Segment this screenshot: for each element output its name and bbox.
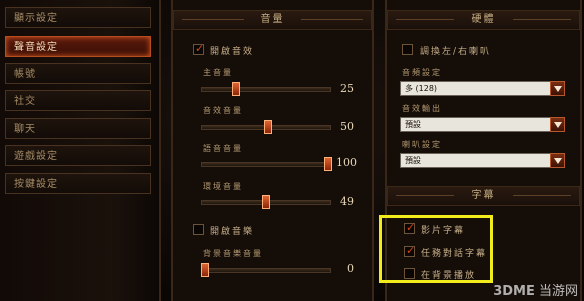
enable-music-checkbox[interactable] <box>193 224 204 235</box>
chevron-down-icon[interactable] <box>550 117 565 132</box>
enable-music-label: 開啟音樂 <box>210 227 255 237</box>
swap-speakers-checkbox[interactable] <box>402 44 413 55</box>
sound-output-select[interactable]: 預設 <box>400 117 565 132</box>
ambient-volume-label: 環境音量 <box>203 182 243 191</box>
ambient-volume-thumb[interactable] <box>262 195 270 209</box>
nav-item-gameplay[interactable]: 遊戲設定 <box>5 145 151 166</box>
voice-volume-slider[interactable] <box>201 162 331 167</box>
voice-volume-thumb[interactable] <box>324 157 332 171</box>
volume-panel: 音量 ✓ 開啟音效 主音量 25 音效音量 50 語音音量 100 環境音量 4… <box>171 0 374 301</box>
effects-volume-thumb[interactable] <box>264 120 272 134</box>
voice-volume-value: 100 <box>336 156 357 169</box>
settings-nav: 顯示設定 聲音設定 帳號 社交 聊天 遊戲設定 按鍵設定 <box>0 0 161 301</box>
speaker-setup-select[interactable]: 預設 <box>400 153 565 168</box>
speaker-setup-value: 預設 <box>405 156 421 165</box>
nav-item-chat[interactable]: 聊天 <box>5 118 151 139</box>
subtitle-panel-header: 字幕 <box>387 186 580 206</box>
sound-output-value: 預設 <box>405 120 421 129</box>
master-volume-thumb[interactable] <box>232 82 240 96</box>
speaker-setup-label: 喇叭設定 <box>402 140 442 149</box>
sound-output-label: 音效輸出 <box>402 104 442 113</box>
highlight-box <box>379 215 493 283</box>
ambient-volume-value: 49 <box>340 195 354 208</box>
swap-speakers-label: 調換左/右喇叭 <box>420 47 492 57</box>
volume-panel-header: 音量 <box>173 10 372 30</box>
nav-item-social[interactable]: 社交 <box>5 90 151 111</box>
voice-volume-label: 語音音量 <box>203 144 243 153</box>
music-volume-label: 背景音樂音量 <box>203 249 263 258</box>
master-volume-value: 25 <box>340 82 354 95</box>
chevron-down-icon[interactable] <box>550 81 565 96</box>
master-volume-slider[interactable] <box>201 87 331 92</box>
hardware-panel-header: 硬體 <box>387 10 580 30</box>
nav-item-sound[interactable]: 聲音設定 <box>5 36 151 57</box>
enable-sound-checkbox[interactable]: ✓ <box>193 42 204 55</box>
nav-item-keybindings[interactable]: 按鍵設定 <box>5 173 151 194</box>
enable-sound-label: 開啟音效 <box>210 47 255 57</box>
watermark-logo: 3DME <box>493 284 535 299</box>
watermark: 3DME 当游网 <box>493 280 578 299</box>
effects-volume-label: 音效音量 <box>203 106 243 115</box>
audio-quality-select[interactable]: 多 (128) <box>400 81 565 96</box>
nav-item-display[interactable]: 顯示設定 <box>5 7 151 28</box>
music-volume-value: 0 <box>347 262 354 275</box>
audio-quality-value: 多 (128) <box>405 84 438 93</box>
nav-item-account[interactable]: 帳號 <box>5 63 151 84</box>
master-volume-label: 主音量 <box>203 68 233 77</box>
audio-quality-label: 音頻設定 <box>402 68 442 77</box>
music-volume-thumb[interactable] <box>201 263 209 277</box>
effects-volume-value: 50 <box>340 120 354 133</box>
music-volume-slider[interactable] <box>201 268 331 273</box>
chevron-down-icon[interactable] <box>550 153 565 168</box>
watermark-text: 当游网 <box>538 284 578 299</box>
